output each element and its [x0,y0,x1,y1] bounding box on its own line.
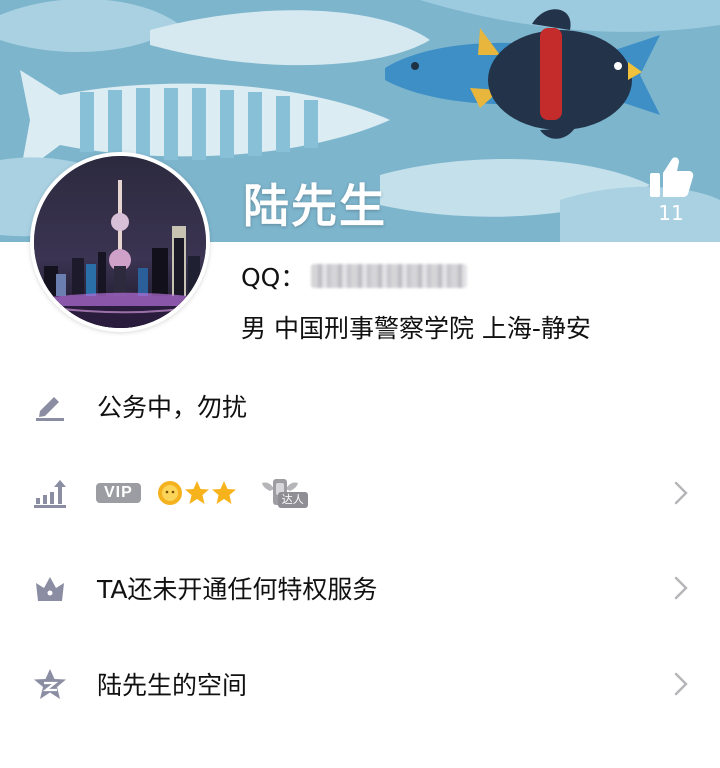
privilege-text: TA还未开通任何特权服务 [97,575,378,604]
star-level-icon [211,481,236,504]
avatar[interactable] [30,152,210,332]
signature-text: 公务中，勿扰 [97,393,248,422]
signature-row[interactable]: 公务中，勿扰 [0,371,720,441]
qq-number-redacted [311,264,468,288]
level-row[interactable]: VIP 达人 [0,458,720,528]
chevron-right-icon [674,672,688,696]
qzone-star-icon [33,667,67,701]
thumbs-up-icon [650,157,694,197]
level-chart-icon [33,476,67,510]
like-button[interactable]: 11 [640,155,702,230]
crown-icon [33,571,67,605]
vip-tag: VIP [96,483,141,503]
daren-label: 达人 [277,492,308,508]
vip-badges: VIP 达人 [96,473,330,513]
qzone-text: 陆先生的空间 [97,671,248,700]
profile-nickname: 陆先生 [243,179,387,233]
like-count: 11 [658,201,684,225]
qzone-row[interactable]: 陆先生的空间 [0,649,720,719]
chevron-right-icon [674,481,688,505]
qq-label: QQ： [241,263,306,292]
pencil-icon [33,389,67,423]
profile-info: 男 中国刑事警察学院 上海-静安 [241,314,591,343]
daren-badge: 达人 [260,475,330,511]
privilege-row[interactable]: TA还未开通任何特权服务 [0,553,720,623]
qq-level-icons [157,480,238,506]
qq-number-line: QQ： [241,258,468,294]
chevron-right-icon [674,576,688,600]
avatar-city-night-image [34,156,206,328]
star-level-icon [184,481,209,504]
sun-level-icon [157,481,182,505]
